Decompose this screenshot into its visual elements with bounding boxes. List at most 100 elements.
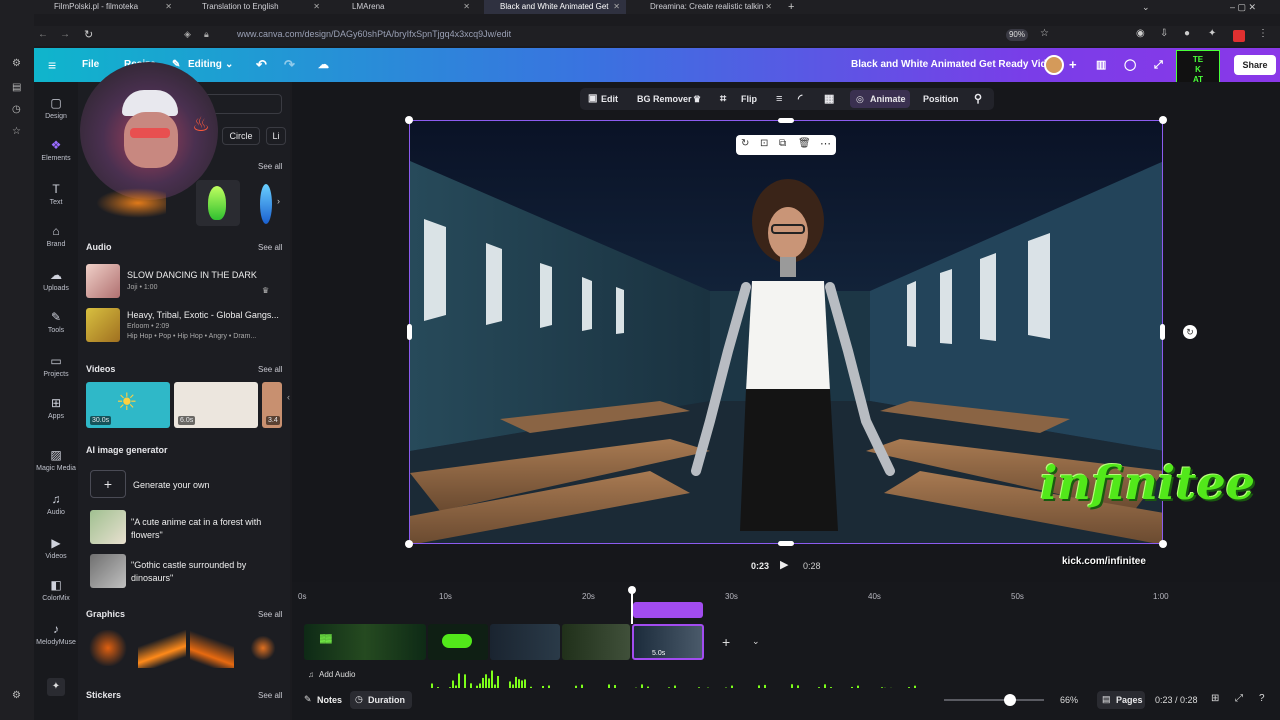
download-icon[interactable]: ⇩ <box>1160 28 1168 39</box>
chevron-down-icon[interactable]: ⌄ <box>752 636 760 647</box>
resize-handle[interactable] <box>405 116 413 124</box>
see-all-link[interactable]: See all <box>258 365 282 374</box>
grid-view-icon[interactable]: ⊞ <box>1211 693 1219 704</box>
hamburger-icon[interactable]: ≡ <box>48 48 56 82</box>
animate-button[interactable]: ◎ Animate <box>850 90 910 108</box>
cloud-save-icon[interactable]: ☁ <box>318 48 329 82</box>
lock-icon[interactable]: ⊡ <box>760 138 768 149</box>
browser-settings-icon[interactable]: ⚙ <box>12 690 21 701</box>
tab-list-icon[interactable]: ⌄ <box>1142 0 1150 14</box>
transparency-icon[interactable]: ▦ <box>824 88 834 110</box>
blue-flame-graphic[interactable] <box>260 184 272 224</box>
rail-item-projects[interactable]: ▭ Projects <box>34 354 78 378</box>
browser-tab[interactable]: FilmPolski.pl - filmoteka ✕ <box>38 0 178 14</box>
border-style-icon[interactable]: ≡ <box>776 88 782 110</box>
bookmark-icon[interactable]: ☆ <box>12 126 21 137</box>
editing-mode-menu[interactable]: Editing <box>188 48 222 82</box>
rotate-icon[interactable]: ↻ <box>1183 325 1197 339</box>
redo-icon[interactable]: ↷ <box>284 48 295 82</box>
chevron-down-icon[interactable]: ⌄ <box>225 48 233 82</box>
browser-tab-active[interactable]: Black and White Animated Get ✕ <box>484 0 626 14</box>
resize-handle[interactable] <box>778 118 794 123</box>
crop-icon[interactable]: ⌗ <box>720 88 726 110</box>
see-all-link[interactable]: See all <box>258 691 282 700</box>
rail-item-tools[interactable]: ✎ Tools <box>34 310 78 334</box>
settings-icon[interactable]: ⚙ <box>12 58 21 69</box>
avatar[interactable] <box>1044 55 1064 75</box>
help-icon[interactable]: ? <box>1259 693 1265 704</box>
notes-button[interactable]: Notes <box>317 695 342 705</box>
prompt-thumbnail[interactable] <box>90 510 126 544</box>
extensions-icon[interactable]: ✦ <box>1208 28 1216 39</box>
url-text[interactable]: www.canva.com/design/DAGy60shPtA/bryIfxS… <box>237 29 511 39</box>
close-icon[interactable]: ✕ <box>613 0 620 14</box>
chevron-right-icon[interactable]: › <box>277 196 280 206</box>
forward-icon[interactable]: → <box>60 29 70 40</box>
zoom-slider-knob[interactable] <box>1004 694 1016 706</box>
magic-icon[interactable]: ✦ <box>47 678 65 696</box>
bg-remover-button[interactable]: BG Remover <box>637 88 692 110</box>
close-icon[interactable]: ✕ <box>313 0 320 14</box>
video-thumbnail[interactable]: 3.4 <box>262 382 282 428</box>
menu-icon[interactable]: ⋮ <box>1258 28 1268 39</box>
timeline-clip[interactable]: ▓▓ <box>304 624 426 660</box>
close-icon[interactable]: ✕ <box>165 0 172 14</box>
plus-icon[interactable]: + <box>90 470 126 498</box>
timeline-clip-selected[interactable]: 5.0s <box>632 624 704 660</box>
delete-icon[interactable]: 🗑︎ <box>798 138 811 149</box>
graphic-thumbnail[interactable] <box>190 630 234 668</box>
see-all-link[interactable]: See all <box>258 243 282 252</box>
resize-handle[interactable] <box>1160 324 1165 340</box>
rail-item-uploads[interactable]: ☁ Uploads <box>34 268 78 292</box>
position-button[interactable]: Position <box>923 88 959 110</box>
extension-icon[interactable] <box>1233 30 1245 42</box>
fire-graphic[interactable] <box>96 188 166 218</box>
present-icon[interactable]: ⤢ <box>1154 48 1163 82</box>
undo-icon[interactable]: ↶ <box>256 48 267 82</box>
browser-tab[interactable]: Dreamina: Create realistic talkin ✕ <box>634 0 778 14</box>
reload-icon[interactable]: ↻ <box>84 28 93 41</box>
prompt-thumbnail[interactable] <box>90 554 126 588</box>
share-button[interactable]: Share <box>1234 55 1276 75</box>
zoom-slider-track[interactable] <box>944 699 1044 701</box>
play-icon[interactable]: ▶ <box>780 558 788 571</box>
timeline-clip[interactable] <box>490 624 560 660</box>
prompt-text[interactable]: "Gothic castle surrounded by dinosaurs" <box>131 559 281 585</box>
rail-item-text[interactable]: T Text <box>34 182 78 206</box>
file-menu[interactable]: File <box>82 48 99 82</box>
more-options-icon[interactable]: ⋯ <box>820 137 831 150</box>
generate-own-button[interactable]: Generate your own <box>133 480 210 490</box>
zoom-indicator[interactable]: 90% <box>1006 29 1028 41</box>
flip-button[interactable]: Flip <box>741 88 757 110</box>
chip-more[interactable]: Li <box>266 127 286 145</box>
rail-item-colormix[interactable]: ◧ ColorMix <box>34 578 78 602</box>
browser-tab[interactable]: Translation to English ✕ <box>186 0 326 14</box>
corner-rounding-icon[interactable]: ◜ <box>798 88 802 110</box>
analytics-icon[interactable]: ▥ <box>1096 48 1106 82</box>
reading-icon[interactable]: ▤ <box>12 82 21 93</box>
bookmark-star-icon[interactable]: ☆ <box>1040 28 1049 39</box>
style-paint-icon[interactable]: ⚲ <box>974 88 982 110</box>
rail-item-melodymuse[interactable]: ♪ MelodyMuse <box>34 622 78 646</box>
graphic-thumbnail[interactable] <box>88 630 128 666</box>
edit-button[interactable]: Edit <box>601 88 618 110</box>
video-thumbnail[interactable]: ☀ 30.0s <box>86 382 170 428</box>
chip-circle[interactable]: Circle <box>222 127 260 145</box>
playhead-knob[interactable] <box>628 586 636 594</box>
rail-item-design[interactable]: ▢ Design <box>34 96 78 120</box>
see-all-link[interactable]: See all <box>258 162 282 171</box>
graphic-thumbnail[interactable] <box>138 630 186 668</box>
history-icon[interactable]: ◷ <box>12 104 21 115</box>
add-collaborator-icon[interactable]: + <box>1069 48 1077 82</box>
rail-item-audio[interactable]: ♫ Audio <box>34 492 78 516</box>
back-icon[interactable]: ← <box>38 29 48 40</box>
rail-item-videos[interactable]: ▶ Videos <box>34 536 78 560</box>
new-tab-icon[interactable]: + <box>788 0 794 14</box>
timeline-clip[interactable] <box>428 624 488 660</box>
shield-icon[interactable]: ◈ <box>184 29 191 40</box>
text-track-clip[interactable] <box>633 602 703 618</box>
rail-item-brand[interactable]: ⌂ Brand <box>34 224 78 248</box>
element-thumbnail[interactable] <box>196 180 240 226</box>
resize-handle[interactable] <box>778 541 794 546</box>
close-icon[interactable]: ✕ <box>765 0 772 14</box>
